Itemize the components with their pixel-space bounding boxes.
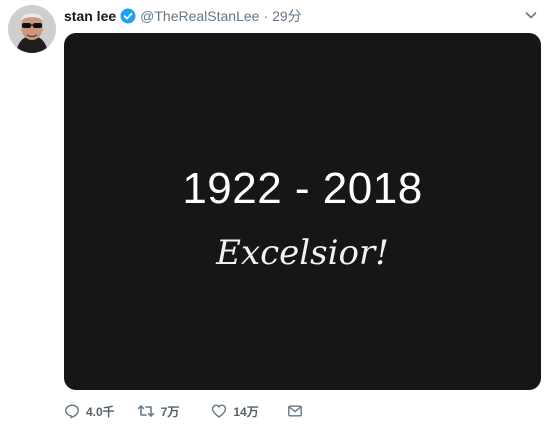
reply-button[interactable]: 4.0千: [64, 403, 115, 420]
media-motto-text: Excelsior!: [216, 233, 389, 273]
tweet-media-image[interactable]: 1922 - 2018 Excelsior!: [64, 33, 541, 390]
reply-count: 4.0千: [86, 404, 115, 419]
display-name[interactable]: stan lee: [64, 8, 116, 24]
more-options-chevron-down-icon[interactable]: [524, 8, 538, 22]
heart-icon: [211, 403, 227, 419]
tweet-card: stan lee @TheRealStanLee · 29分 1922 - 20…: [0, 0, 550, 424]
tweet-actions-bar: 4.0千 7万 14万: [64, 402, 303, 420]
envelope-icon: [287, 403, 303, 419]
verified-badge-icon: [120, 8, 136, 24]
separator-dot: ·: [263, 8, 269, 24]
reply-icon: [64, 403, 80, 419]
user-handle[interactable]: @TheRealStanLee: [140, 8, 259, 24]
direct-message-button[interactable]: [287, 403, 303, 419]
retweet-button[interactable]: 7万: [137, 403, 180, 420]
retweet-icon: [137, 403, 155, 419]
tweet-header: stan lee @TheRealStanLee · 29分: [64, 6, 302, 26]
timestamp[interactable]: 29分: [272, 6, 302, 26]
retweet-count: 7万: [160, 404, 180, 419]
avatar[interactable]: [8, 5, 56, 53]
like-count: 14万: [233, 404, 259, 419]
media-years-text: 1922 - 2018: [182, 164, 423, 213]
like-button[interactable]: 14万: [211, 403, 259, 420]
